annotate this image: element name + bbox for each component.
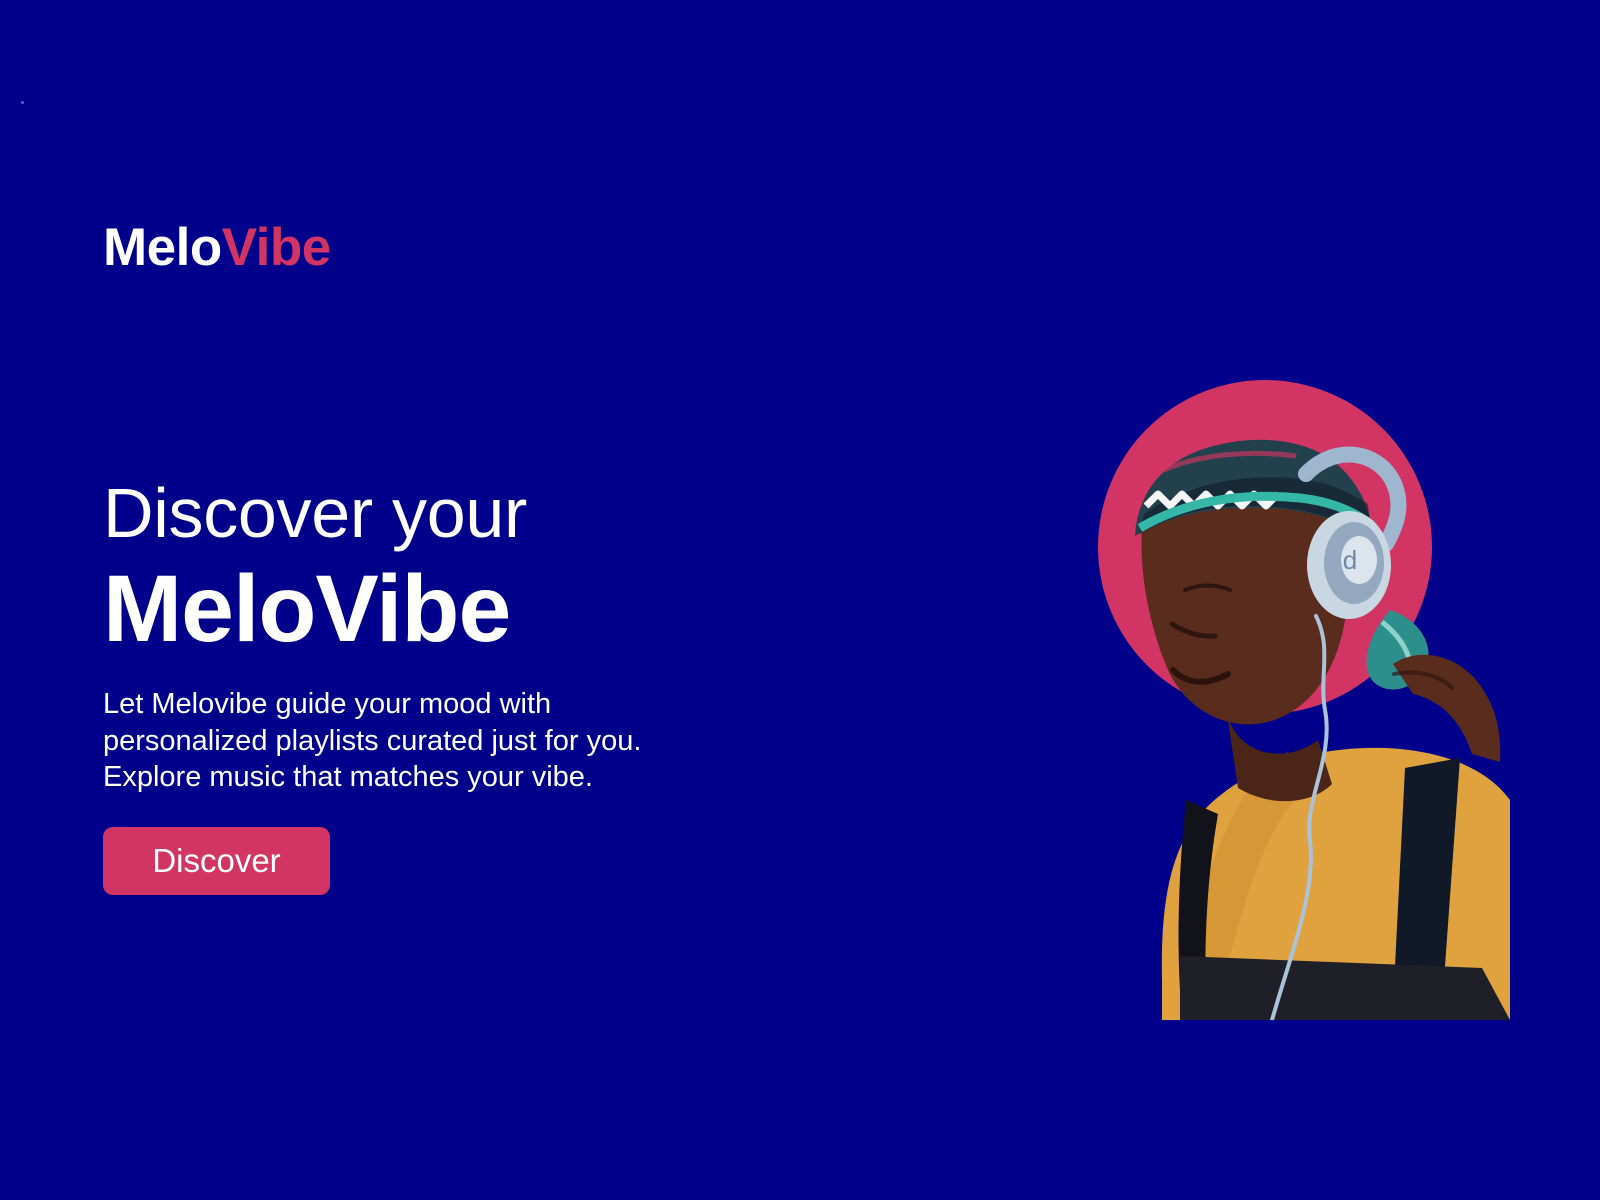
- person-illustration: d: [1135, 439, 1510, 1020]
- hero-description: Let Melovibe guide your mood with person…: [103, 686, 723, 796]
- discover-button[interactable]: Discover: [103, 827, 330, 895]
- hero-kicker: Discover your: [103, 474, 527, 552]
- hero-description-line-1: Let Melovibe guide your mood with: [103, 688, 552, 720]
- logo-part-melo: Melo: [103, 218, 222, 277]
- logo-part-vibe: Vibe: [221, 218, 331, 277]
- headphone-brand-icon: d: [1343, 545, 1357, 575]
- hero-description-line-2: personalized playlists curated just for …: [103, 724, 642, 757]
- brand-logo[interactable]: MeloVibe: [103, 218, 331, 278]
- hero-description-line-3: Explore music that matches your vibe.: [103, 761, 593, 793]
- hero-illustration: d: [1090, 370, 1520, 1020]
- hero-title: MeloVibe: [103, 556, 511, 662]
- corner-dot: [21, 101, 24, 104]
